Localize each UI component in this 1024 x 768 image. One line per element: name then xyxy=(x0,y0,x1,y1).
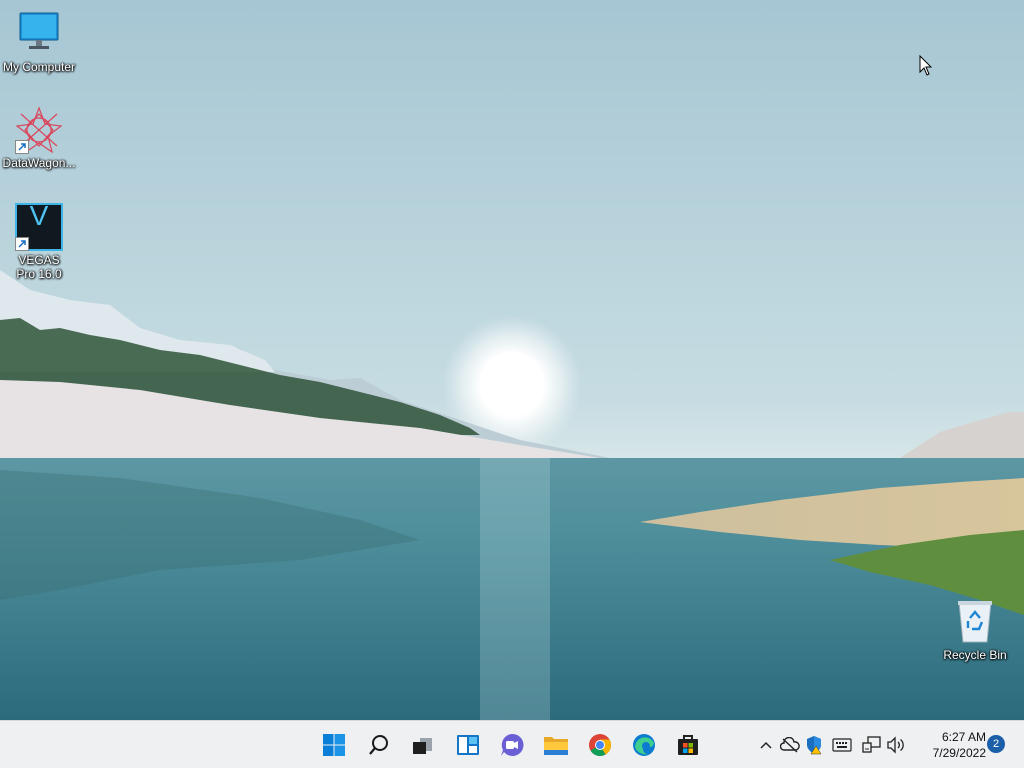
system-clock[interactable]: 6:27 AM 7/29/2022 xyxy=(912,729,986,761)
datawagon-icon xyxy=(15,106,63,154)
shortcut-arrow-icon xyxy=(15,140,29,154)
desktop-icon-datawagon[interactable]: DataWagon... xyxy=(0,106,78,170)
chrome-icon xyxy=(589,734,611,756)
desktop-icon-recycle-bin[interactable]: Recycle Bin xyxy=(936,598,1014,662)
store-icon xyxy=(678,735,698,755)
search-button[interactable] xyxy=(363,729,395,761)
widgets-icon xyxy=(457,735,479,755)
network-tray-button[interactable] xyxy=(862,735,882,755)
desktop-icon-vegas-pro[interactable]: V VEGAS Pro 16.0 xyxy=(0,200,78,281)
windows-logo-icon xyxy=(323,734,345,756)
shortcut-arrow-icon xyxy=(15,237,29,251)
desktop-icon-label: VEGAS Pro 16.0 xyxy=(16,253,62,281)
widgets-button[interactable] xyxy=(452,729,484,761)
notification-badge[interactable]: 2 xyxy=(987,735,1005,753)
task-view-button[interactable] xyxy=(406,729,438,761)
desktop-icon-my-computer[interactable]: My Computer xyxy=(0,10,78,74)
chat-button[interactable] xyxy=(496,729,528,761)
security-tray-button[interactable] xyxy=(804,735,824,755)
clock-date: 7/29/2022 xyxy=(932,746,986,760)
folder-icon xyxy=(544,737,568,755)
start-button[interactable] xyxy=(318,729,350,761)
desktop[interactable]: My Computer DataWagon... V VEGAS Pro 16.… xyxy=(0,0,1024,720)
vegas-pro-icon: V xyxy=(15,200,63,251)
task-view-icon xyxy=(413,738,432,754)
show-hidden-icons-button[interactable] xyxy=(756,735,776,755)
desktop-icon-label: Recycle Bin xyxy=(943,648,1007,662)
file-explorer-button[interactable] xyxy=(540,729,572,761)
edge-icon xyxy=(633,734,655,756)
desktop-icon-label: DataWagon... xyxy=(2,156,76,170)
vegas-pro-letter: V xyxy=(29,200,49,231)
taskbar: 6:27 AM 7/29/2022 xyxy=(0,720,1024,768)
clock-time: 6:27 AM xyxy=(941,730,986,744)
desktop-icon-label: My Computer xyxy=(2,60,76,74)
edge-button[interactable] xyxy=(628,729,660,761)
volume-tray-button[interactable] xyxy=(886,735,906,755)
keyboard-icon xyxy=(832,738,852,752)
chevron-up-icon xyxy=(760,741,772,749)
mouse-cursor-icon xyxy=(919,55,933,76)
onedrive-tray-button[interactable] xyxy=(780,735,800,755)
monitor-icon xyxy=(15,10,63,58)
cloud-offline-icon xyxy=(780,737,800,753)
search-icon xyxy=(369,735,388,755)
volume-icon xyxy=(887,736,904,754)
recycle-bin-icon xyxy=(951,598,999,646)
desktop-wallpaper xyxy=(0,0,1024,720)
chrome-button[interactable] xyxy=(584,729,616,761)
network-icon xyxy=(862,736,881,753)
store-button[interactable] xyxy=(672,729,704,761)
input-indicator-button[interactable] xyxy=(832,735,852,755)
security-shield-icon xyxy=(807,736,822,755)
chat-icon xyxy=(501,733,524,756)
